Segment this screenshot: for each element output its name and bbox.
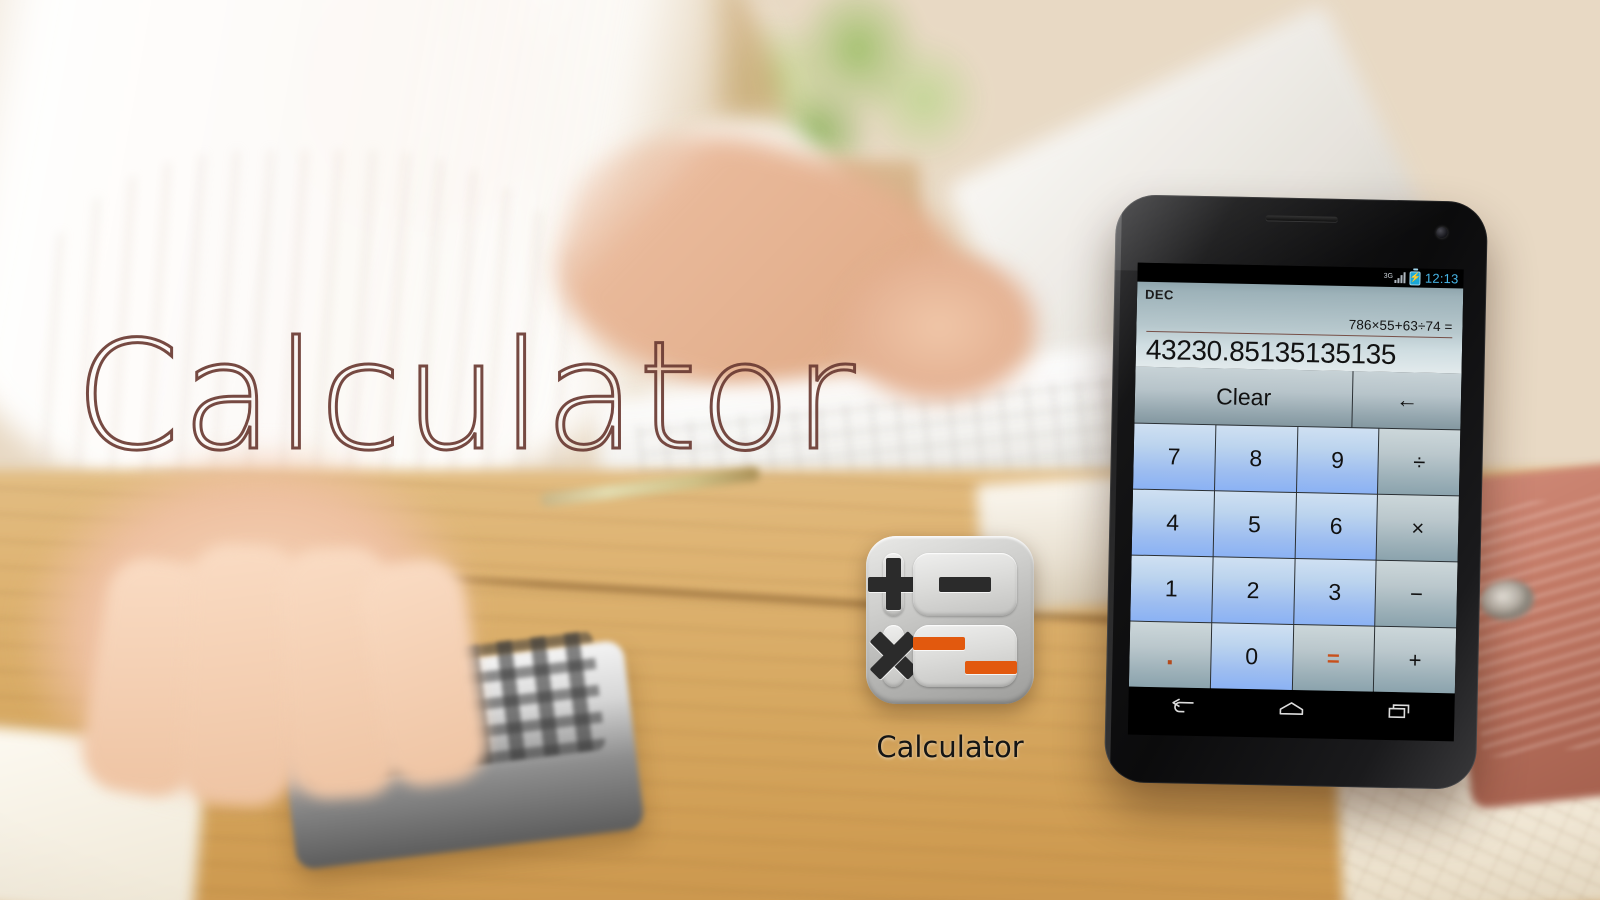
battery-charging-icon: ⚡: [1410, 270, 1421, 286]
digit-3-button[interactable]: 3: [1293, 558, 1376, 626]
minus-icon: [913, 553, 1017, 616]
keypad-row: 4 5 6 ×: [1131, 489, 1459, 562]
calculator-display: DEC 786×55+63÷74 = 43230.85135135135: [1135, 281, 1464, 374]
page-title: Calculator: [74, 310, 857, 484]
app-icon-tile: [866, 536, 1034, 704]
digit-7-button[interactable]: 7: [1133, 423, 1216, 491]
digit-9-button[interactable]: 9: [1296, 427, 1379, 494]
backspace-button[interactable]: ←: [1352, 371, 1462, 430]
decimal-point-button[interactable]: .: [1128, 621, 1211, 689]
divide-button[interactable]: ÷: [1378, 428, 1461, 496]
multiply-button[interactable]: ×: [1376, 494, 1459, 562]
keypad-row: Clear ←: [1134, 366, 1462, 430]
status-bar-clock: 12:13: [1424, 270, 1459, 287]
digit-8-button[interactable]: 8: [1214, 425, 1297, 492]
result-text: 43230.85135135135: [1145, 333, 1397, 371]
digit-5-button[interactable]: 5: [1213, 491, 1296, 558]
app-icon-label: Calculator: [876, 730, 1024, 764]
digit-6-button[interactable]: 6: [1295, 493, 1378, 560]
home-icon[interactable]: [1274, 698, 1308, 721]
phone-screen: 3G ⚡ 12:13 DEC 786×55+63÷74 = 43230.8513…: [1127, 262, 1464, 742]
app-icon[interactable]: [866, 536, 1034, 704]
phone-chin: [1104, 742, 1477, 790]
add-button[interactable]: +: [1374, 626, 1457, 694]
subtract-button[interactable]: −: [1375, 560, 1458, 628]
promo-banner: Calculator Calculator 3G ⚡ 12:13 DEC 786…: [0, 0, 1600, 900]
digit-2-button[interactable]: 2: [1212, 557, 1295, 624]
recents-icon[interactable]: [1383, 700, 1417, 723]
equals-icon: [913, 624, 1017, 687]
calculator-keypad: Clear ← 7 8 9 ÷ 4 5 6 × 1 2 3 − . 0 = +: [1128, 366, 1462, 694]
equals-button[interactable]: =: [1292, 624, 1375, 692]
back-icon[interactable]: [1166, 695, 1200, 718]
digit-1-button[interactable]: 1: [1130, 555, 1213, 623]
signal-icon: 3G: [1383, 272, 1407, 284]
keypad-row: 1 2 3 −: [1130, 555, 1458, 628]
keypad-row: 7 8 9 ÷: [1133, 423, 1461, 496]
clear-button[interactable]: Clear: [1134, 366, 1353, 428]
numeric-mode-label[interactable]: DEC: [1145, 287, 1455, 308]
plus-icon: [867, 553, 920, 616]
keypad-row: . 0 = +: [1128, 621, 1457, 694]
digit-4-button[interactable]: 4: [1131, 489, 1214, 557]
network-type-label: 3G: [1383, 272, 1394, 280]
digit-0-button[interactable]: 0: [1210, 623, 1293, 690]
phone-device: 3G ⚡ 12:13 DEC 786×55+63÷74 = 43230.8513…: [1103, 194, 1489, 790]
times-icon: [869, 624, 918, 687]
android-nav-bar: [1128, 686, 1455, 732]
